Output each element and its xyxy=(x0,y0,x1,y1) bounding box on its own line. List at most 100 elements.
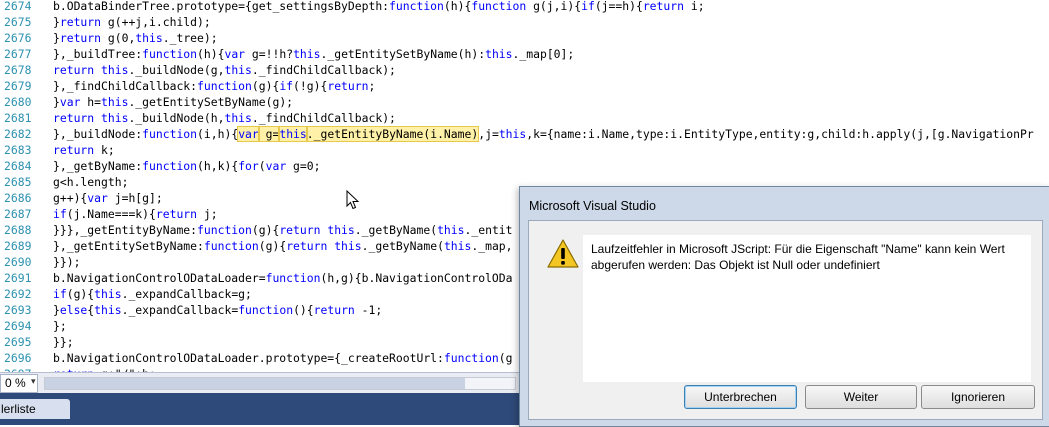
code-segment: return xyxy=(642,0,684,13)
code-segment: },_getEntitySetByName: xyxy=(53,239,204,253)
code-segment: },_buildTree: xyxy=(53,47,143,61)
code-segment: }}; xyxy=(53,335,74,349)
ignore-button[interactable]: Ignorieren xyxy=(921,385,1035,409)
code-segment: ._expandCallback=g; xyxy=(121,287,252,301)
code-segment: this xyxy=(293,47,321,61)
break-button[interactable]: Unterbrechen xyxy=(684,385,797,409)
code-text: },_buildTree:function(h){var g=!!h?this.… xyxy=(53,46,574,62)
code-segment: for xyxy=(238,159,259,173)
code-segment: if xyxy=(279,79,294,93)
code-segment: if xyxy=(53,207,67,221)
code-segment: b.NavigationControlODataLoader= xyxy=(53,271,266,285)
line-number: 2679 xyxy=(4,79,32,93)
code-segment: (h){ xyxy=(443,0,472,13)
highlighted-code-segment: g= xyxy=(257,126,281,142)
code-segment: this xyxy=(437,223,465,237)
code-segment: h= xyxy=(80,95,102,109)
code-segment: this xyxy=(327,223,355,237)
code-segment: },_getByName: xyxy=(53,159,143,173)
code-segment: ._buildNode(h, xyxy=(128,111,225,125)
code-segment: return xyxy=(59,15,102,29)
code-text: }}); xyxy=(53,254,80,270)
code-segment: }}},_getEntityByName: xyxy=(53,223,198,237)
code-segment: ._getByName( xyxy=(354,223,438,237)
line-number: 2690 xyxy=(4,255,32,269)
zoom-dropdown[interactable]: 0 % ▾ xyxy=(0,374,38,393)
code-segment: (g){ xyxy=(258,239,287,253)
code-segment: (h,g){b.NavigationControlODa xyxy=(320,271,513,285)
code-text: },_getEntitySetByName:function(g){return… xyxy=(53,238,513,254)
code-segment: this xyxy=(94,287,122,301)
code-segment: function xyxy=(471,0,527,13)
message-text-area[interactable]: Laufzeitfehler in Microsoft JScript: Für… xyxy=(583,235,1031,382)
continue-button[interactable]: Weiter xyxy=(805,385,917,409)
code-segment: }}); xyxy=(53,255,81,269)
code-segment: i; xyxy=(683,0,705,13)
code-segment: j=h[g]; xyxy=(107,191,163,205)
code-segment: ,k={name:i.Name,type:i.EntityType,entity… xyxy=(526,127,1034,141)
line-number: 2675 xyxy=(4,15,32,29)
code-text: g++){var j=h[g]; xyxy=(53,190,163,206)
tool-window-strip: lerliste xyxy=(0,393,520,425)
line-number: 2686 xyxy=(4,191,32,205)
code-segment: return xyxy=(313,303,355,317)
scrollbar-thumb[interactable] xyxy=(45,378,465,389)
code-segment: this xyxy=(485,47,513,61)
code-segment: ._getByName( xyxy=(361,239,444,253)
code-segment: ._findChildCallback); xyxy=(251,111,396,125)
line-number: 2684 xyxy=(4,159,32,173)
code-segment: this xyxy=(224,63,252,77)
code-segment: (!g){ xyxy=(293,79,328,93)
code-segment: function xyxy=(197,79,252,93)
code-segment: function xyxy=(443,351,499,365)
line-number: 2692 xyxy=(4,287,32,301)
code-segment: g(0, xyxy=(101,31,136,45)
highlighted-code-segment: var xyxy=(237,126,260,142)
code-segment: (h){ xyxy=(197,47,225,61)
code-segment: return xyxy=(53,63,95,77)
code-segment: return xyxy=(59,31,102,45)
tab-error-list[interactable]: lerliste xyxy=(0,399,70,419)
code-text: }else{this._expandCallback=function(){re… xyxy=(53,302,382,318)
code-text: b.NavigationControlODataLoader.prototype… xyxy=(53,350,513,366)
code-segment: } xyxy=(53,303,60,317)
code-segment: (j==h){ xyxy=(594,0,643,13)
code-segment: return xyxy=(53,143,95,157)
code-segment: var xyxy=(265,159,287,173)
code-segment: g++){ xyxy=(53,191,88,205)
code-segment: g=!!h? xyxy=(245,47,294,61)
mouse-pointer-icon xyxy=(346,190,360,210)
tab-error-list-label: lerliste xyxy=(1,402,36,416)
horizontal-scrollbar[interactable] xyxy=(44,377,516,390)
line-number: 2680 xyxy=(4,95,32,109)
code-segment: if xyxy=(581,0,595,13)
code-segment: }; xyxy=(53,319,67,333)
code-segment: var xyxy=(87,191,108,205)
code-segment: function xyxy=(142,127,198,141)
code-segment: (g xyxy=(498,351,513,365)
code-segment: (j.Name===k){ xyxy=(66,207,156,221)
code-segment: g(++j,i.child); xyxy=(101,15,211,29)
code-segment: g<h.length; xyxy=(53,175,129,189)
code-text: if(g){this._expandCallback=g; xyxy=(53,286,252,302)
code-text: }var h=this._getEntitySetByName(g); xyxy=(53,94,293,110)
code-text: g<h.length; xyxy=(53,174,128,190)
code-segment: this xyxy=(334,239,362,253)
code-segment: else xyxy=(59,303,88,317)
code-segment: if xyxy=(53,287,67,301)
code-text: }; xyxy=(53,318,67,334)
code-segment: (g){ xyxy=(66,287,95,301)
code-segment: var xyxy=(59,95,81,109)
line-number: 2674 xyxy=(4,0,32,13)
code-segment: (){ xyxy=(293,303,314,317)
code-segment: function xyxy=(197,223,252,237)
line-number: 2676 xyxy=(4,31,32,45)
code-segment: b.NavigationControlODataLoader.prototype… xyxy=(53,351,444,365)
code-segment: this xyxy=(135,31,163,45)
code-segment: return xyxy=(155,207,198,221)
code-segment: ; xyxy=(368,79,376,93)
code-segment: ._entit xyxy=(464,223,513,237)
code-segment: function xyxy=(142,47,198,61)
line-number: 2688 xyxy=(4,223,32,237)
